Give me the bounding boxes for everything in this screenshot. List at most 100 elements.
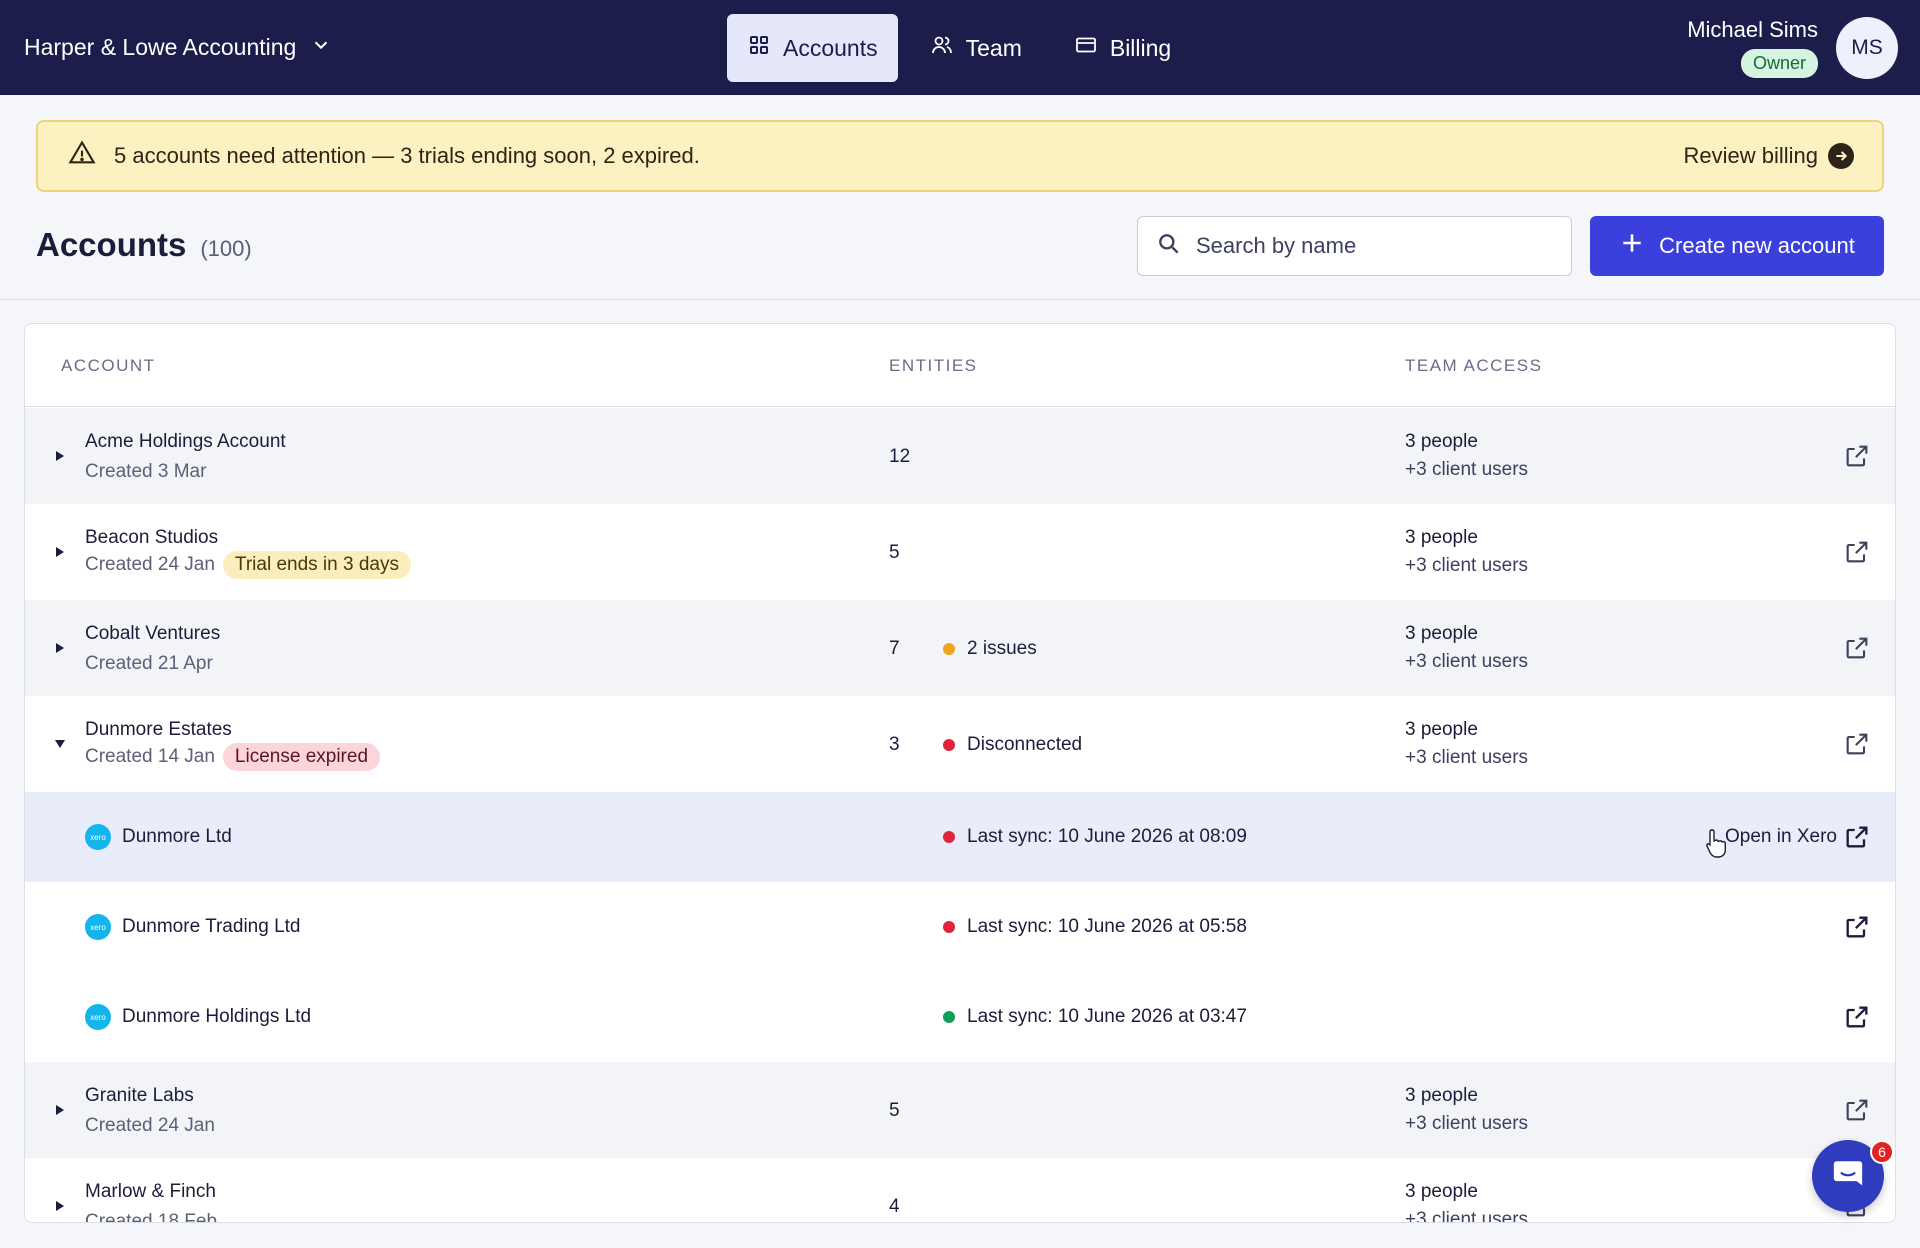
search-input[interactable] <box>1196 233 1553 259</box>
team-clients: +3 client users <box>1405 747 1529 768</box>
table-row[interactable]: Granite Labs Created 24 Jan 5 3 people +… <box>25 1062 1895 1158</box>
status-text: 2 issues <box>967 638 1037 659</box>
caret-down-icon[interactable] <box>53 737 67 751</box>
warning-dot-icon <box>943 643 955 655</box>
nav-accounts-label: Accounts <box>783 34 878 61</box>
table-row[interactable]: Dunmore Estates Created 14 Jan License e… <box>25 696 1895 792</box>
account-created: Created 18 Feb <box>85 1211 218 1223</box>
external-link-icon[interactable] <box>1843 1096 1871 1124</box>
caret-right-icon[interactable] <box>53 449 67 463</box>
account-name[interactable]: Marlow & Finch <box>85 1181 216 1203</box>
created-date: Created 21 Apr <box>85 653 213 674</box>
hand-pointer-icon <box>1704 828 1728 858</box>
page-title: Accounts <box>36 226 187 263</box>
entity-count: 3 <box>889 734 900 755</box>
team-clients: +3 client users <box>1405 1209 1529 1223</box>
table-row[interactable]: Cobalt Ventures Created 21 Apr 7 2 issue… <box>25 600 1895 696</box>
page-title-group: Accounts (100) <box>36 226 252 264</box>
user-name: Michael Sims <box>1687 17 1818 42</box>
status-text: Disconnected <box>967 734 1083 755</box>
license-badge: License expired <box>222 743 381 771</box>
account-name[interactable]: Beacon Studios <box>85 527 218 549</box>
top-navigation-bar: Harper & Lowe Accounting Accounts Team B… <box>0 0 1920 95</box>
table-row[interactable]: Acme Holdings Account Created 3 Mar 12 3… <box>25 408 1895 504</box>
nav-accounts[interactable]: Accounts <box>727 14 898 82</box>
entity-status: 2 issues <box>943 638 1037 660</box>
sync-text: Last sync: 10 June 2026 at 08:09 <box>967 826 1247 847</box>
create-account-label: Create new account <box>1659 233 1855 258</box>
nav-team[interactable]: Team <box>910 14 1042 82</box>
user-menu[interactable]: Michael Sims Owner MS <box>1687 0 1898 95</box>
external-link-icon[interactable] <box>1843 442 1871 470</box>
external-link-icon[interactable] <box>1843 913 1871 941</box>
caret-right-icon[interactable] <box>53 545 67 559</box>
team-people: 3 people <box>1405 719 1478 740</box>
xero-logo-icon: xero <box>85 824 111 850</box>
account-name[interactable]: Dunmore Estates <box>85 719 232 741</box>
users-icon <box>930 33 954 63</box>
column-header-team-access: TEAM ACCESS <box>1405 356 1543 375</box>
entity-row[interactable]: xero Dunmore Holdings Ltd Last sync: 10 … <box>25 972 1895 1062</box>
account-created: Created 21 Apr <box>85 653 213 675</box>
table-row[interactable]: Beacon Studios Created 24 Jan Trial ends… <box>25 504 1895 600</box>
chat-bubble-icon <box>1831 1157 1865 1196</box>
create-account-button[interactable]: Create new account <box>1590 216 1884 276</box>
entity-count: 5 <box>889 542 900 563</box>
entity-name: Dunmore Ltd <box>122 826 232 847</box>
warning-triangle-icon <box>68 139 96 173</box>
sync-status: Last sync: 10 June 2026 at 08:09 <box>943 826 1247 848</box>
review-billing-link[interactable]: Review billing <box>1683 143 1854 169</box>
table-header: ACCOUNT ENTITIES TEAM ACCESS <box>25 324 1895 407</box>
role-badge: Owner <box>1740 49 1818 78</box>
account-name[interactable]: Cobalt Ventures <box>85 623 220 645</box>
entity-row[interactable]: xero Dunmore Ltd Last sync: 10 June 2026… <box>25 792 1895 882</box>
created-date: Created 24 Jan <box>85 1115 215 1136</box>
entity-count: 12 <box>889 446 911 467</box>
nav-billing-label: Billing <box>1109 34 1172 61</box>
team-people: 3 people <box>1405 623 1478 644</box>
account-count: (100) <box>200 236 252 261</box>
open-in-xero-link[interactable]: Open in Xero <box>1725 826 1837 848</box>
team-clients: +3 client users <box>1405 1113 1529 1134</box>
table-row[interactable]: Marlow & Finch Created 18 Feb 4 3 people… <box>25 1158 1895 1223</box>
created-date: Created 18 Feb <box>85 1211 218 1223</box>
nav-billing[interactable]: Billing <box>1054 14 1191 82</box>
entity-count: 4 <box>889 1196 900 1217</box>
account-created: Created 24 Jan Trial ends in 3 days <box>85 551 411 579</box>
accounts-table: ACCOUNT ENTITIES TEAM ACCESS Acme Holdin… <box>24 323 1896 1223</box>
entity-name: Dunmore Holdings Ltd <box>122 1006 312 1027</box>
account-created: Created 24 Jan <box>85 1115 215 1137</box>
review-billing-label: Review billing <box>1683 143 1818 168</box>
team-people: 3 people <box>1405 1085 1478 1106</box>
xero-logo-icon: xero <box>85 1004 111 1030</box>
account-created: Created 14 Jan License expired <box>85 743 381 771</box>
caret-right-icon[interactable] <box>53 1199 67 1213</box>
alert-content: 5 accounts need attention — 3 trials end… <box>68 139 700 173</box>
account-name[interactable]: Acme Holdings Account <box>85 431 286 453</box>
search-box[interactable] <box>1137 216 1572 276</box>
search-icon <box>1156 231 1182 262</box>
ok-dot-icon <box>943 1011 955 1023</box>
created-date: Created 24 Jan <box>85 554 215 575</box>
external-link-icon[interactable] <box>1843 634 1871 662</box>
avatar[interactable]: MS <box>1836 16 1898 79</box>
trial-badge: Trial ends in 3 days <box>222 551 411 579</box>
external-link-icon[interactable] <box>1843 730 1871 758</box>
error-dot-icon <box>943 921 955 933</box>
org-switcher[interactable]: Harper & Lowe Accounting <box>24 0 332 95</box>
external-link-icon[interactable] <box>1843 538 1871 566</box>
entity-row[interactable]: xero Dunmore Trading Ltd Last sync: 10 J… <box>25 882 1895 972</box>
external-link-icon[interactable] <box>1843 1003 1871 1031</box>
team-clients: +3 client users <box>1405 459 1529 480</box>
team-people: 3 people <box>1405 527 1478 548</box>
team-clients: +3 client users <box>1405 651 1529 672</box>
entity-count: 7 <box>889 638 900 659</box>
account-created: Created 3 Mar <box>85 461 206 483</box>
created-date: Created 3 Mar <box>85 461 207 482</box>
caret-right-icon[interactable] <box>53 1103 67 1117</box>
external-link-icon[interactable] <box>1843 823 1871 851</box>
account-name[interactable]: Granite Labs <box>85 1085 194 1107</box>
created-date: Created 14 Jan <box>85 746 215 767</box>
column-header-entities: ENTITIES <box>889 356 978 375</box>
caret-right-icon[interactable] <box>53 641 67 655</box>
